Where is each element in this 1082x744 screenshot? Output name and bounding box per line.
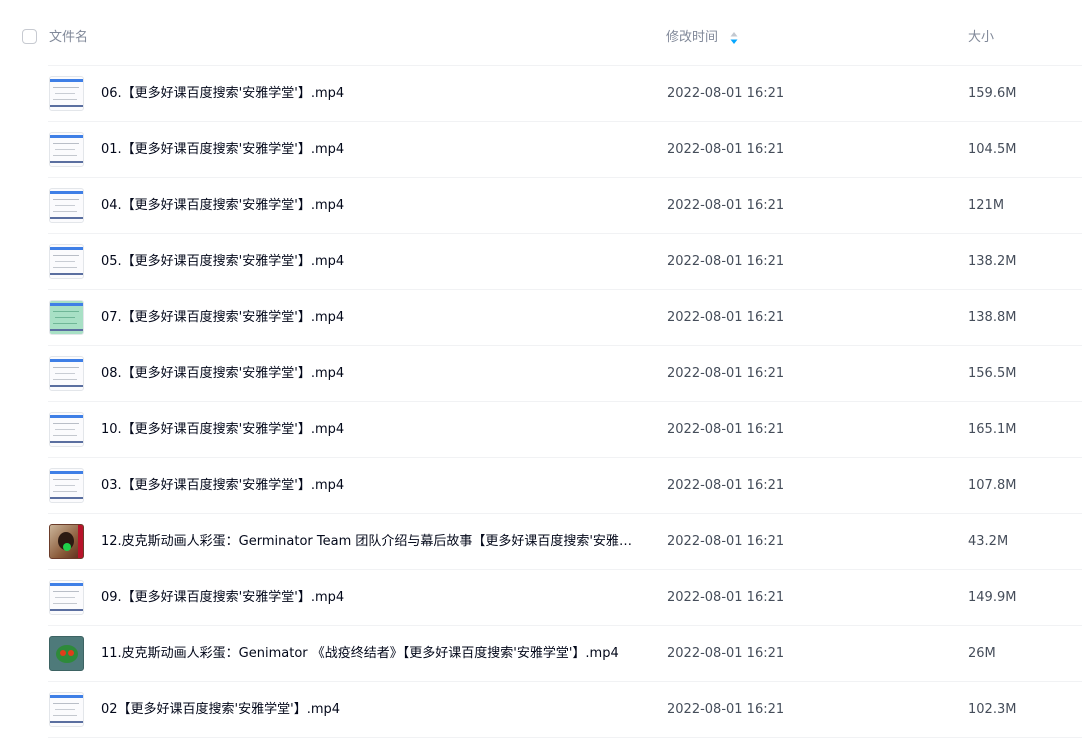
file-size: 165.1M <box>968 422 1017 437</box>
file-list: 文件名 修改时间 大小 06.【更多好课百度搜索'安雅学堂'】.mp4 2022-… <box>0 0 1082 744</box>
file-row[interactable]: 01.【更多好课百度搜索'安雅学堂'】.mp4 2022-08-01 16:21 1… <box>48 122 1082 178</box>
file-size: 107.8M <box>968 478 1017 493</box>
file-row[interactable]: 04.【更多好课百度搜索'安雅学堂'】.mp4 2022-08-01 16:21 1… <box>48 178 1082 234</box>
file-modified-time: 2022-08-01 16:21 <box>667 646 785 661</box>
file-size: 121M <box>968 198 1005 213</box>
file-modified-time: 2022-08-01 16:21 <box>667 366 785 381</box>
video-thumbnail-icon <box>49 244 84 279</box>
file-list-header: 文件名 修改时间 大小 <box>22 0 1082 66</box>
video-thumbnail-icon <box>49 132 84 167</box>
file-name[interactable]: 05.【更多好课百度搜索'安雅学堂'】.mp4 <box>101 253 637 270</box>
file-rows: 06.【更多好课百度搜索'安雅学堂'】.mp4 2022-08-01 16:21 1… <box>48 66 1082 738</box>
file-name[interactable]: 04.【更多好课百度搜索'安雅学堂'】.mp4 <box>101 197 637 214</box>
file-row[interactable]: 02【更多好课百度搜索'安雅学堂'】.mp4 2022-08-01 16:21 10… <box>48 682 1082 738</box>
file-name[interactable]: 09.【更多好课百度搜索'安雅学堂'】.mp4 <box>101 589 637 606</box>
file-name[interactable]: 07.【更多好课百度搜索'安雅学堂'】.mp4 <box>101 309 637 326</box>
file-modified-time: 2022-08-01 16:21 <box>667 254 785 269</box>
monster-thumbnail-icon <box>49 636 84 671</box>
file-modified-time: 2022-08-01 16:21 <box>667 702 785 717</box>
file-size: 43.2M <box>968 534 1009 549</box>
file-size: 138.2M <box>968 254 1017 269</box>
video-thumbnail-icon <box>49 412 84 447</box>
file-row[interactable]: 06.【更多好课百度搜索'安雅学堂'】.mp4 2022-08-01 16:21 1… <box>48 66 1082 122</box>
file-row[interactable]: 09.【更多好课百度搜索'安雅学堂'】.mp4 2022-08-01 16:21 1… <box>48 570 1082 626</box>
file-size: 138.8M <box>968 310 1017 325</box>
video-thumbnail-icon <box>49 188 84 223</box>
file-name[interactable]: 06.【更多好课百度搜索'安雅学堂'】.mp4 <box>101 85 637 102</box>
file-size: 102.3M <box>968 702 1017 717</box>
file-size: 149.9M <box>968 590 1017 605</box>
select-all-checkbox[interactable] <box>22 29 37 44</box>
file-name[interactable]: 01.【更多好课百度搜索'安雅学堂'】.mp4 <box>101 141 637 158</box>
file-row[interactable]: 05.【更多好课百度搜索'安雅学堂'】.mp4 2022-08-01 16:21 1… <box>48 234 1082 290</box>
file-name[interactable]: 10.【更多好课百度搜索'安雅学堂'】.mp4 <box>101 421 637 438</box>
file-modified-time: 2022-08-01 16:21 <box>667 198 785 213</box>
file-modified-time: 2022-08-01 16:21 <box>667 590 785 605</box>
file-modified-time: 2022-08-01 16:21 <box>667 422 785 437</box>
file-row[interactable]: 12.皮克斯动画人彩蛋：Germinator Team 团队介绍与幕后故事【更多… <box>48 514 1082 570</box>
video-thumbnail-icon <box>49 356 84 391</box>
file-modified-time: 2022-08-01 16:21 <box>667 534 785 549</box>
person-thumbnail-icon <box>49 524 84 559</box>
column-header-size[interactable]: 大小 <box>968 30 994 46</box>
file-row[interactable]: 07.【更多好课百度搜索'安雅学堂'】.mp4 2022-08-01 16:21 1… <box>48 290 1082 346</box>
file-modified-time: 2022-08-01 16:21 <box>667 86 785 101</box>
file-name[interactable]: 11.皮克斯动画人彩蛋：Genimator 《战疫终结者》【更多好课百度搜索'安… <box>101 645 637 662</box>
video-thumbnail-icon <box>49 300 84 335</box>
file-name[interactable]: 02【更多好课百度搜索'安雅学堂'】.mp4 <box>101 701 637 718</box>
file-modified-time: 2022-08-01 16:21 <box>667 478 785 493</box>
video-thumbnail-icon <box>49 580 84 615</box>
file-modified-time: 2022-08-01 16:21 <box>667 310 785 325</box>
video-thumbnail-icon <box>49 468 84 503</box>
file-modified-time: 2022-08-01 16:21 <box>667 142 785 157</box>
file-name[interactable]: 12.皮克斯动画人彩蛋：Germinator Team 团队介绍与幕后故事【更多… <box>101 533 637 550</box>
video-thumbnail-icon <box>49 692 84 727</box>
file-size: 159.6M <box>968 86 1017 101</box>
file-size: 26M <box>968 646 996 661</box>
video-thumbnail-icon <box>49 76 84 111</box>
file-size: 156.5M <box>968 366 1017 381</box>
file-row[interactable]: 03.【更多好课百度搜索'安雅学堂'】.mp4 2022-08-01 16:21 1… <box>48 458 1082 514</box>
sort-icon[interactable] <box>730 31 738 45</box>
file-row[interactable]: 10.【更多好课百度搜索'安雅学堂'】.mp4 2022-08-01 16:21 1… <box>48 402 1082 458</box>
column-header-name[interactable]: 文件名 <box>49 30 88 46</box>
file-name[interactable]: 08.【更多好课百度搜索'安雅学堂'】.mp4 <box>101 365 637 382</box>
file-row[interactable]: 11.皮克斯动画人彩蛋：Genimator 《战疫终结者》【更多好课百度搜索'安… <box>48 626 1082 682</box>
file-name[interactable]: 03.【更多好课百度搜索'安雅学堂'】.mp4 <box>101 477 637 494</box>
file-row[interactable]: 08.【更多好课百度搜索'安雅学堂'】.mp4 2022-08-01 16:21 1… <box>48 346 1082 402</box>
column-header-modified-time[interactable]: 修改时间 <box>666 30 718 46</box>
file-size: 104.5M <box>968 142 1017 157</box>
